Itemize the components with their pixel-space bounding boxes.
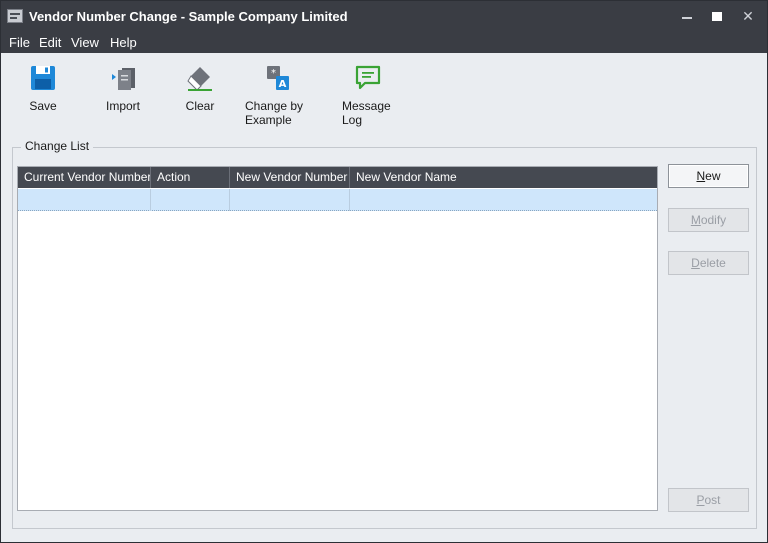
svg-text:A: A: [279, 79, 287, 90]
col-new-vendor-name[interactable]: New Vendor Name: [350, 167, 657, 188]
change-by-example-button[interactable]: * A Change by Example: [245, 65, 311, 127]
post-button-mnemonic: P: [696, 493, 705, 507]
col-current-vendor-number[interactable]: Current Vendor Number: [18, 167, 151, 188]
delete-button-mnemonic: D: [691, 256, 700, 270]
toolbar: Save Import Clear * A Change by Example …: [1, 53, 767, 133]
import-document-icon: [110, 65, 136, 91]
menu-edit[interactable]: Edit: [39, 35, 61, 50]
grid-header: Current Vendor Number Action New Vendor …: [18, 167, 657, 188]
import-label: Import: [105, 99, 140, 113]
close-button[interactable]: ✕: [736, 6, 760, 26]
maximize-icon: [712, 12, 722, 21]
table-row[interactable]: [18, 189, 657, 211]
change-list-grid[interactable]: Current Vendor Number Action New Vendor …: [17, 166, 658, 511]
import-button[interactable]: Import: [101, 65, 145, 113]
col-action[interactable]: Action: [151, 167, 230, 188]
delete-button-label: elete: [699, 256, 726, 270]
menu-view[interactable]: View: [71, 35, 99, 50]
menu-bar: File Edit View Help: [1, 32, 767, 53]
save-label: Save: [29, 99, 57, 113]
new-button[interactable]: New: [668, 164, 749, 188]
new-button-mnemonic: N: [696, 169, 706, 183]
modify-button-mnemonic: M: [690, 213, 701, 227]
modify-button[interactable]: Modify: [668, 208, 749, 232]
menu-file[interactable]: File: [9, 35, 30, 50]
col-new-vendor-number[interactable]: New Vendor Number: [230, 167, 350, 188]
message-log-label-line1: Message: [342, 99, 391, 113]
new-button-label: ew: [705, 169, 721, 183]
speech-bubble-icon: [355, 65, 381, 91]
app-icon: [7, 9, 23, 23]
change-by-example-label-line1: Change by: [245, 99, 304, 113]
change-by-example-label-line2: Example: [245, 113, 292, 127]
eraser-icon: [187, 65, 213, 91]
minimize-icon: [682, 17, 692, 19]
main-window: Vendor Number Change - Sample Company Li…: [0, 0, 768, 543]
message-log-button[interactable]: Message Log: [342, 65, 394, 127]
save-button[interactable]: Save: [23, 65, 63, 113]
maximize-button[interactable]: [705, 6, 729, 26]
title-bar: Vendor Number Change - Sample Company Li…: [1, 1, 767, 32]
cell-action[interactable]: [151, 189, 230, 211]
svg-text:*: *: [271, 68, 276, 79]
post-button-label: ost: [704, 493, 721, 507]
clear-button[interactable]: Clear: [181, 65, 219, 113]
cell-new-vendor-number[interactable]: [230, 189, 350, 211]
translate-icon: * A: [265, 65, 291, 91]
window-title: Vendor Number Change - Sample Company Li…: [29, 9, 348, 24]
floppy-disk-icon: [30, 65, 56, 91]
post-button[interactable]: Post: [668, 488, 749, 512]
modify-button-label: odify: [700, 213, 727, 227]
menu-help[interactable]: Help: [110, 35, 137, 50]
change-list-title: Change List: [21, 139, 94, 153]
minimize-button[interactable]: [675, 6, 699, 26]
cell-current-vendor-number[interactable]: [18, 189, 151, 211]
clear-label: Clear: [185, 99, 215, 113]
message-log-label-line2: Log: [342, 113, 363, 127]
delete-button[interactable]: Delete: [668, 251, 749, 275]
cell-new-vendor-name[interactable]: [350, 189, 657, 211]
